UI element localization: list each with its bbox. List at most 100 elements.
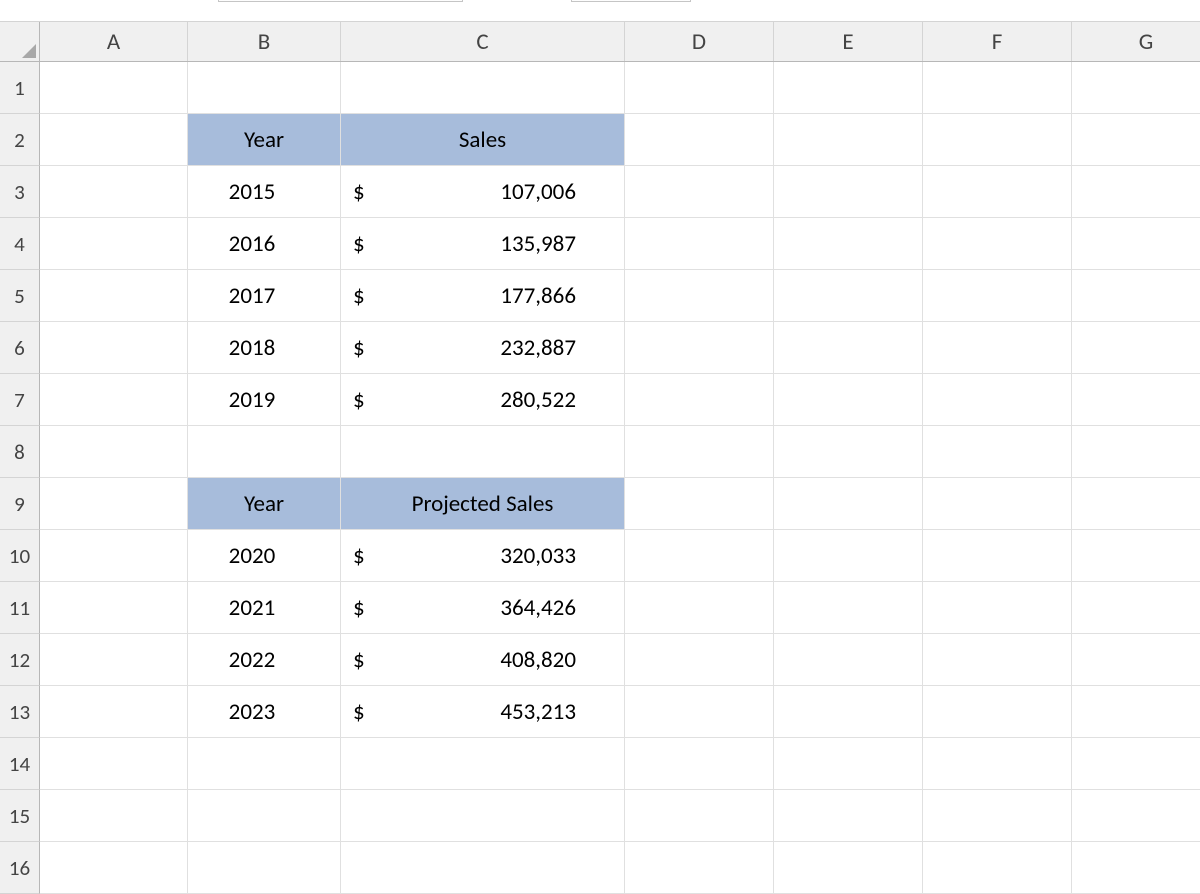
cell-A13[interactable] <box>40 686 188 738</box>
cell-F8[interactable] <box>923 426 1072 478</box>
cell-E1[interactable] <box>774 62 923 114</box>
row-header-12[interactable]: 12 <box>0 634 40 686</box>
cell-G3[interactable] <box>1072 166 1200 218</box>
row-header-8[interactable]: 8 <box>0 426 40 478</box>
cell-B3-year[interactable]: 2015 <box>188 166 341 218</box>
cell-B11-year[interactable]: 2021 <box>188 582 341 634</box>
cell-E10[interactable] <box>774 530 923 582</box>
cell-E9[interactable] <box>774 478 923 530</box>
cell-A9[interactable] <box>40 478 188 530</box>
column-header-F[interactable]: F <box>923 22 1072 61</box>
cell-D12[interactable] <box>625 634 774 686</box>
cell-D13[interactable] <box>625 686 774 738</box>
cell-F10[interactable] <box>923 530 1072 582</box>
cell-A5[interactable] <box>40 270 188 322</box>
cell-B10-year[interactable]: 2020 <box>188 530 341 582</box>
cell-D3[interactable] <box>625 166 774 218</box>
cell-A6[interactable] <box>40 322 188 374</box>
cell-E15[interactable] <box>774 790 923 842</box>
cell-B16[interactable] <box>188 842 341 894</box>
cell-F16[interactable] <box>923 842 1072 894</box>
cell-B6-year[interactable]: 2018 <box>188 322 341 374</box>
cell-G12[interactable] <box>1072 634 1200 686</box>
row-header-2[interactable]: 2 <box>0 114 40 166</box>
cell-E3[interactable] <box>774 166 923 218</box>
cell-F6[interactable] <box>923 322 1072 374</box>
cell-E11[interactable] <box>774 582 923 634</box>
cell-G2[interactable] <box>1072 114 1200 166</box>
cell-D2[interactable] <box>625 114 774 166</box>
cell-G11[interactable] <box>1072 582 1200 634</box>
cell-B4-year[interactable]: 2016 <box>188 218 341 270</box>
cell-G14[interactable] <box>1072 738 1200 790</box>
cell-A8[interactable] <box>40 426 188 478</box>
cell-E8[interactable] <box>774 426 923 478</box>
cell-B15[interactable] <box>188 790 341 842</box>
row-header-11[interactable]: 11 <box>0 582 40 634</box>
cell-B9-header-year[interactable]: Year <box>188 478 341 530</box>
cell-D7[interactable] <box>625 374 774 426</box>
cell-B1[interactable] <box>188 62 341 114</box>
cell-G10[interactable] <box>1072 530 1200 582</box>
cell-C11-sales[interactable]: $364,426 <box>341 582 625 634</box>
cell-F13[interactable] <box>923 686 1072 738</box>
cell-B8[interactable] <box>188 426 341 478</box>
cell-C5-sales[interactable]: $177,866 <box>341 270 625 322</box>
cell-D1[interactable] <box>625 62 774 114</box>
cell-F4[interactable] <box>923 218 1072 270</box>
cell-E16[interactable] <box>774 842 923 894</box>
row-header-16[interactable]: 16 <box>0 842 40 894</box>
row-header-1[interactable]: 1 <box>0 62 40 114</box>
cell-E13[interactable] <box>774 686 923 738</box>
cell-E6[interactable] <box>774 322 923 374</box>
column-header-D[interactable]: D <box>625 22 774 61</box>
row-header-4[interactable]: 4 <box>0 218 40 270</box>
cell-A14[interactable] <box>40 738 188 790</box>
cell-D5[interactable] <box>625 270 774 322</box>
cell-A16[interactable] <box>40 842 188 894</box>
cell-B5-year[interactable]: 2017 <box>188 270 341 322</box>
cell-D16[interactable] <box>625 842 774 894</box>
cell-D4[interactable] <box>625 218 774 270</box>
cell-D8[interactable] <box>625 426 774 478</box>
column-header-A[interactable]: A <box>40 22 188 61</box>
cell-D11[interactable] <box>625 582 774 634</box>
cell-G16[interactable] <box>1072 842 1200 894</box>
cell-A10[interactable] <box>40 530 188 582</box>
cell-G9[interactable] <box>1072 478 1200 530</box>
cell-D15[interactable] <box>625 790 774 842</box>
cell-F1[interactable] <box>923 62 1072 114</box>
cell-F5[interactable] <box>923 270 1072 322</box>
cell-E12[interactable] <box>774 634 923 686</box>
cell-C3-sales[interactable]: $107,006 <box>341 166 625 218</box>
column-header-C[interactable]: C <box>341 22 625 61</box>
cell-F9[interactable] <box>923 478 1072 530</box>
cell-F11[interactable] <box>923 582 1072 634</box>
cell-C14[interactable] <box>341 738 625 790</box>
cell-G1[interactable] <box>1072 62 1200 114</box>
cell-D10[interactable] <box>625 530 774 582</box>
cell-E2[interactable] <box>774 114 923 166</box>
cell-B14[interactable] <box>188 738 341 790</box>
cell-C2-header-sales[interactable]: Sales <box>341 114 625 166</box>
cell-G5[interactable] <box>1072 270 1200 322</box>
row-header-5[interactable]: 5 <box>0 270 40 322</box>
row-header-3[interactable]: 3 <box>0 166 40 218</box>
cell-C15[interactable] <box>341 790 625 842</box>
cell-D6[interactable] <box>625 322 774 374</box>
cell-B13-year[interactable]: 2023 <box>188 686 341 738</box>
cell-F12[interactable] <box>923 634 1072 686</box>
cell-C13-sales[interactable]: $453,213 <box>341 686 625 738</box>
cell-A2[interactable] <box>40 114 188 166</box>
cell-C1[interactable] <box>341 62 625 114</box>
cell-A7[interactable] <box>40 374 188 426</box>
cell-F15[interactable] <box>923 790 1072 842</box>
cell-B2-header-year[interactable]: Year <box>188 114 341 166</box>
cell-E7[interactable] <box>774 374 923 426</box>
cell-E14[interactable] <box>774 738 923 790</box>
cell-G13[interactable] <box>1072 686 1200 738</box>
cell-B7-year[interactable]: 2019 <box>188 374 341 426</box>
cell-C6-sales[interactable]: $232,887 <box>341 322 625 374</box>
cell-E4[interactable] <box>774 218 923 270</box>
cell-D9[interactable] <box>625 478 774 530</box>
